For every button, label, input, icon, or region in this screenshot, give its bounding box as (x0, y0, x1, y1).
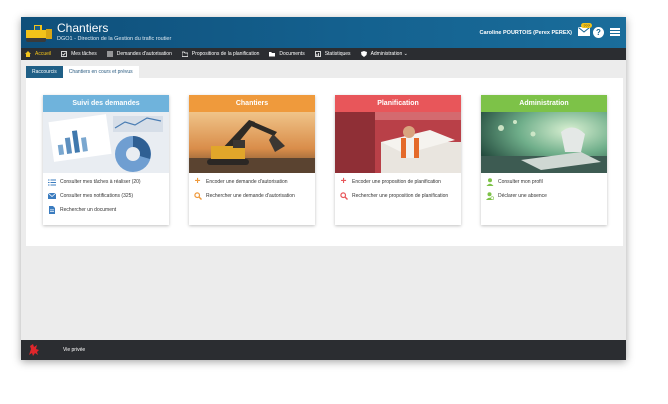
link-my-notifications[interactable]: Consulter mes notifications (325) (47, 192, 165, 200)
user-name[interactable]: Caroline POURTOIS (Perex PEREX) (479, 30, 572, 36)
card-works: Chantiers + Encoder une demande d'autori… (189, 95, 315, 225)
link-declare-absence[interactable]: Déclarer une absence (485, 192, 603, 200)
card-title: Chantiers (189, 95, 315, 112)
link-view-profile[interactable]: Consulter mon profil (485, 178, 603, 186)
link-search-proposal[interactable]: Rechercher une proposition de planificat… (339, 192, 457, 200)
link-my-tasks[interactable]: Consulter mes tâches à réaliser (20) (47, 178, 165, 186)
checklist-icon (61, 51, 68, 57)
app-subtitle: DGO1 - Direction de la Gestion du trafic… (57, 36, 172, 42)
plus-icon: + (194, 176, 201, 187)
list-icon (47, 178, 56, 186)
nav-administration[interactable]: Administration ⌄ (360, 51, 408, 57)
help-icon[interactable]: ? (593, 27, 604, 38)
folder-icon (181, 51, 188, 57)
privacy-link[interactable]: Vie privée (63, 347, 85, 353)
nav-statistics[interactable]: Statistiques (314, 51, 351, 57)
nav-home[interactable]: Accueil (25, 51, 51, 57)
link-label: Rechercher une demande d'autorisation (206, 193, 295, 199)
nav-label: Demandes d'autorisation (116, 51, 172, 57)
user-clock-icon (485, 192, 494, 200)
card-image-charts (43, 112, 169, 173)
link-label: Consulter mes notifications (325) (60, 193, 134, 199)
nav-documents[interactable]: Documents (269, 51, 305, 57)
link-label: Encoder une proposition de planification (352, 179, 441, 185)
home-icon (25, 51, 31, 57)
nav-label: Accueil (35, 51, 52, 57)
nav-label: Propositions de la planification (191, 51, 260, 57)
nav-label: Administration ⌄ (370, 51, 408, 57)
list-icon (106, 51, 113, 57)
link-label: Rechercher un document (60, 207, 117, 213)
card-planning: Planification + Encoder une proposition … (335, 95, 461, 225)
link-label: Consulter mes tâches à réaliser (20) (60, 179, 141, 185)
bulldozer-logo-icon[interactable] (24, 20, 54, 44)
card-title: Planification (335, 95, 461, 112)
nav-tasks[interactable]: Mes tâches (61, 51, 97, 57)
search-icon (339, 192, 348, 200)
nav-label: Statistiques (324, 51, 351, 57)
app-window: Chantiers DGO1 - Direction de la Gestion… (21, 17, 626, 360)
link-encode-request[interactable]: + Encoder une demande d'autorisation (193, 176, 311, 187)
document-icon (47, 206, 56, 214)
shortcuts-panel: Suivi des demandes Consulter mes tâches … (26, 78, 623, 246)
main-nav: Accueil Mes tâches Demandes d'autorisati… (21, 48, 626, 60)
card-request-tracking: Suivi des demandes Consulter mes tâches … (43, 95, 169, 225)
tab-shortcuts[interactable]: Raccourcis (26, 66, 63, 78)
link-search-document[interactable]: Rechercher un document (47, 206, 165, 214)
envelope-icon (47, 192, 56, 200)
app-title: Chantiers (57, 21, 109, 35)
link-search-request[interactable]: Rechercher une demande d'autorisation (193, 192, 311, 200)
link-encode-proposal[interactable]: + Encoder une proposition de planificati… (339, 176, 457, 187)
card-image-planning (335, 112, 461, 173)
tab-current-works[interactable]: Chantiers en cours et prévus (62, 66, 139, 78)
nav-proposals[interactable]: Propositions de la planification (181, 51, 260, 57)
plus-icon: + (340, 176, 347, 187)
top-header: Chantiers DGO1 - Direction de la Gestion… (21, 17, 626, 48)
link-label: Consulter mon profil (498, 179, 543, 185)
link-label: Rechercher une proposition de planificat… (352, 193, 449, 199)
link-label: Déclarer une absence (498, 193, 547, 199)
folder-icon (269, 52, 276, 57)
chart-icon (314, 51, 321, 57)
shield-icon (360, 51, 367, 57)
card-links: + Encoder une proposition de planificati… (335, 173, 461, 211)
user-icon (485, 178, 494, 186)
card-title: Suivi des demandes (43, 95, 169, 112)
nav-label: Documents (279, 51, 305, 57)
card-title: Administration (481, 95, 607, 112)
card-administration: Administration Consulter mon profil Décl… (481, 95, 607, 225)
mail-count-badge: ??? (581, 23, 592, 28)
card-image-excavator (189, 112, 315, 173)
card-image-administration (481, 112, 607, 173)
nav-requests[interactable]: Demandes d'autorisation (106, 51, 172, 57)
wallonia-rooster-logo-icon (29, 344, 39, 356)
mail-icon[interactable] (578, 27, 590, 36)
nav-label: Mes tâches (71, 51, 97, 57)
card-links: Consulter mes tâches à réaliser (20) Con… (43, 173, 169, 225)
link-label: Encoder une demande d'autorisation (206, 179, 288, 185)
search-icon (193, 192, 202, 200)
tab-bar: Raccourcis Chantiers en cours et prévus (26, 66, 139, 78)
card-links: Consulter mon profil Déclarer une absenc… (481, 173, 607, 211)
card-links: + Encoder une demande d'autorisation Rec… (189, 173, 315, 211)
menu-icon[interactable] (610, 28, 620, 36)
footer: Vie privée (21, 340, 626, 360)
